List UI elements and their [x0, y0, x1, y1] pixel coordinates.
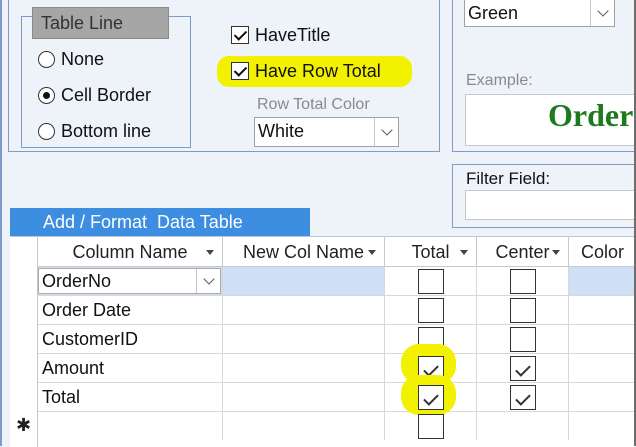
total-checkbox[interactable] — [418, 298, 444, 323]
new-record-icon: ✱ — [16, 415, 32, 435]
center-checkbox[interactable] — [510, 327, 536, 352]
column-name-cell[interactable] — [38, 412, 223, 440]
center-checkbox[interactable] — [510, 269, 536, 294]
color-cell[interactable] — [569, 267, 636, 295]
radio-none-indicator[interactable] — [38, 50, 55, 68]
example-preview-text: Order L — [548, 97, 635, 133]
sort-arrow-icon[interactable] — [552, 250, 560, 255]
window-left-border — [0, 0, 2, 446]
have-row-total-check-icon[interactable] — [231, 62, 249, 80]
column-header-center[interactable]: Center — [477, 237, 569, 267]
center-checkbox[interactable] — [510, 298, 536, 323]
table-row[interactable]: CustomerID — [38, 325, 636, 354]
new-record-row[interactable] — [38, 412, 636, 441]
total-checkbox[interactable] — [418, 269, 444, 294]
have-row-total-label: Have Row Total — [255, 60, 381, 81]
row-total-color-dropdown-button[interactable] — [374, 118, 398, 146]
column-header-center-label: Center — [495, 242, 550, 262]
column-header-color[interactable]: Color — [569, 237, 636, 267]
have-title-label: HaveTitle — [255, 24, 331, 45]
sort-arrow-icon[interactable] — [368, 250, 376, 255]
column-header-column-name[interactable]: Column Name — [38, 237, 223, 267]
total-cell[interactable] — [385, 412, 477, 440]
column-header-column-name-label: Column Name — [72, 242, 188, 262]
row-total-color-label: Row Total Color — [257, 96, 370, 113]
table-row[interactable]: Total — [38, 375, 636, 415]
row-total-color-select[interactable]: White — [254, 117, 399, 147]
title-color-select[interactable]: Green — [464, 0, 615, 27]
center-cell[interactable] — [477, 267, 569, 295]
column-name-cell[interactable]: Amount — [38, 354, 223, 382]
chevron-down-icon — [380, 124, 393, 136]
data-table-tab[interactable]: Add / Format Data Table — [10, 208, 310, 236]
center-cell[interactable] — [477, 412, 569, 440]
radio-bottom-line[interactable]: Bottom line — [38, 118, 151, 144]
total-checkbox[interactable] — [418, 414, 444, 439]
column-name-cell[interactable]: Order Date — [38, 296, 223, 324]
color-cell[interactable] — [569, 325, 636, 353]
sort-arrow-icon[interactable] — [206, 250, 214, 255]
new-col-name-cell[interactable] — [223, 412, 385, 440]
filter-field-input[interactable] — [465, 190, 636, 220]
center-cell[interactable] — [477, 354, 569, 382]
chevron-down-icon — [596, 5, 609, 17]
title-color-value: Green — [468, 3, 519, 23]
column-header-new-col-name[interactable]: New Col Name — [223, 237, 385, 267]
total-cell[interactable] — [385, 375, 477, 415]
row-total-color-value: White — [258, 121, 305, 141]
have-row-total-checkbox[interactable]: Have Row Total — [231, 58, 381, 84]
new-col-name-cell[interactable] — [223, 296, 385, 324]
color-cell[interactable] — [569, 296, 636, 324]
radio-cell-border-label: Cell Border — [61, 84, 152, 105]
new-col-name-cell[interactable] — [223, 325, 385, 353]
total-cell[interactable] — [385, 267, 477, 295]
color-cell[interactable] — [569, 383, 636, 411]
table-row[interactable]: Amount — [38, 344, 636, 384]
column-header-total[interactable]: Total — [385, 237, 477, 267]
example-label: Example: — [466, 72, 533, 89]
center-cell[interactable] — [477, 383, 569, 411]
center-cell[interactable] — [477, 325, 569, 353]
column-name-dropdown-button[interactable] — [196, 269, 220, 293]
radio-cell-border[interactable]: Cell Border — [38, 82, 151, 108]
table-line-title: Table Line — [32, 7, 169, 39]
center-checkbox[interactable] — [510, 385, 536, 410]
title-color-dropdown-button[interactable] — [590, 0, 614, 26]
table-row[interactable]: Order Date — [38, 296, 636, 325]
column-header-new-col-name-label: New Col Name — [242, 242, 365, 262]
color-cell[interactable] — [569, 354, 636, 382]
column-header-color-label: Color — [580, 242, 624, 262]
column-name-value: OrderNo — [42, 271, 112, 291]
column-header-total-label: Total — [411, 242, 450, 262]
table-row[interactable]: OrderNo — [38, 267, 636, 296]
radio-cell-border-indicator[interactable] — [38, 86, 55, 104]
radio-bottom-line-indicator[interactable] — [38, 122, 55, 140]
radio-bottom-line-label: Bottom line — [61, 120, 152, 141]
data-table-grid: Column Name New Col Name Total Center Co… — [10, 236, 636, 447]
have-title-check-icon[interactable] — [231, 26, 249, 44]
have-title-checkbox[interactable]: HaveTitle — [231, 22, 330, 48]
total-cell[interactable] — [385, 296, 477, 324]
new-col-name-cell[interactable] — [223, 354, 385, 382]
column-name-cell[interactable]: Total — [38, 383, 223, 411]
column-name-cell[interactable]: OrderNo — [38, 267, 223, 295]
filter-field-label: Filter Field: — [466, 169, 551, 188]
column-name-select[interactable]: OrderNo — [38, 268, 221, 294]
chevron-down-icon — [202, 273, 215, 285]
new-col-name-cell[interactable] — [223, 383, 385, 411]
radio-none[interactable]: None — [38, 46, 104, 72]
radio-none-label: None — [61, 48, 105, 69]
total-checkbox[interactable] — [418, 385, 444, 410]
column-name-cell[interactable]: CustomerID — [38, 325, 223, 353]
center-cell[interactable] — [477, 296, 569, 324]
sort-arrow-icon[interactable] — [460, 250, 468, 255]
new-col-name-cell[interactable] — [223, 267, 385, 295]
center-checkbox[interactable] — [510, 356, 536, 381]
color-cell[interactable] — [569, 412, 636, 440]
example-preview: Order L — [465, 94, 636, 146]
